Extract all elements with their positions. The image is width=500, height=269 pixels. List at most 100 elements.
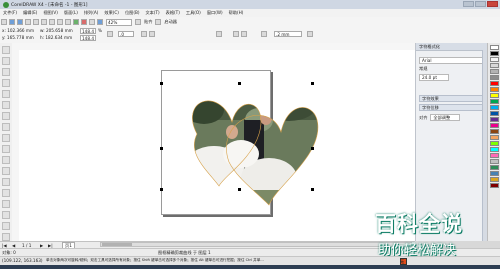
freehand-tool-icon[interactable]	[2, 90, 10, 98]
selection-handle[interactable]	[311, 188, 314, 191]
to-back-icon[interactable]	[241, 31, 247, 37]
maximize-button[interactable]	[475, 1, 486, 7]
color-swatch[interactable]	[489, 87, 499, 92]
selection-handle[interactable]	[311, 82, 314, 85]
rotation-angle-field[interactable]: .0	[118, 31, 134, 37]
y-position-field[interactable]: y: 165.778 mm	[2, 35, 34, 40]
options-icon[interactable]	[155, 19, 162, 25]
scale-height-field[interactable]: 148.4	[80, 35, 96, 41]
menu-item[interactable]: 窗口(W)	[204, 10, 226, 16]
menu-item[interactable]: 效果(C)	[101, 10, 122, 16]
close-button[interactable]	[487, 1, 498, 7]
height-field[interactable]: h: 182.634 mm	[40, 35, 72, 40]
outline-tool-icon[interactable]	[2, 222, 10, 230]
redo-icon[interactable]	[65, 19, 71, 25]
scroll-thumb[interactable]	[102, 243, 132, 246]
selection-handle[interactable]	[160, 188, 163, 191]
shape-tool-icon[interactable]	[2, 57, 10, 65]
zoom-level-dropdown[interactable]: 42%	[106, 18, 132, 26]
open-file-icon[interactable]	[9, 19, 15, 25]
basic-shapes-tool-icon[interactable]	[2, 145, 10, 153]
text-tool-icon[interactable]	[2, 156, 10, 164]
undo-icon[interactable]	[57, 19, 63, 25]
zoom-tool-icon[interactable]	[2, 79, 10, 87]
connector-tool-icon[interactable]	[2, 189, 10, 197]
selection-handle[interactable]	[238, 188, 241, 191]
color-swatch[interactable]	[489, 45, 499, 50]
lock-ratio-icon[interactable]	[107, 31, 113, 37]
smart-fill-tool-icon[interactable]	[2, 101, 10, 109]
welcome-screen-icon[interactable]	[97, 19, 103, 25]
dimension-tool-icon[interactable]	[2, 178, 10, 186]
font-family-dropdown[interactable]: Arial	[419, 57, 485, 64]
menu-item[interactable]: 文件(F)	[0, 10, 20, 16]
cut-icon[interactable]	[33, 19, 39, 25]
color-swatch[interactable]	[489, 159, 499, 164]
paste-icon[interactable]	[49, 19, 55, 25]
convert-to-curves-icon[interactable]	[307, 31, 313, 37]
menu-item[interactable]: 位图(B)	[122, 10, 143, 16]
interactive-blend-tool-icon[interactable]	[2, 200, 10, 208]
rectangle-tool-icon[interactable]	[2, 112, 10, 120]
save-icon[interactable]	[17, 19, 23, 25]
x-position-field[interactable]: x: 102.366 mm	[2, 28, 34, 33]
menu-item[interactable]: 排列(A)	[81, 10, 102, 16]
color-swatch[interactable]	[489, 111, 499, 116]
scale-width-field[interactable]: 148.4	[80, 28, 96, 34]
outline-pen-icon[interactable]	[261, 31, 267, 37]
color-swatch[interactable]	[489, 93, 499, 98]
menu-item[interactable]: 文本(T)	[142, 10, 162, 16]
outline-width-dropdown[interactable]: .2 mm	[274, 31, 302, 37]
color-swatch[interactable]	[489, 117, 499, 122]
crop-tool-icon[interactable]	[2, 68, 10, 76]
color-swatch[interactable]	[489, 69, 499, 74]
drawing-canvas[interactable]	[19, 50, 415, 241]
color-swatch[interactable]	[489, 183, 499, 188]
color-swatch[interactable]	[489, 105, 499, 110]
color-swatch[interactable]	[489, 75, 499, 80]
fill-tool-icon[interactable]	[2, 233, 10, 241]
export-icon[interactable]	[81, 19, 87, 25]
menu-item[interactable]: 视图(V)	[40, 10, 61, 16]
color-swatch[interactable]	[489, 147, 499, 152]
table-tool-icon[interactable]	[2, 167, 10, 175]
color-swatch[interactable]	[489, 63, 499, 68]
snap-to-button[interactable]: 贴齐	[144, 19, 152, 25]
to-front-icon[interactable]	[233, 31, 239, 37]
full-screen-icon[interactable]	[135, 19, 141, 25]
mirror-horizontal-icon[interactable]	[141, 31, 147, 37]
ellipse-tool-icon[interactable]	[2, 123, 10, 131]
wrap-text-icon[interactable]	[216, 31, 222, 37]
menu-item[interactable]: 版面(L)	[61, 10, 81, 16]
character-effects-section[interactable]: 字符效果	[419, 95, 485, 102]
align-dropdown[interactable]: 全部调整	[430, 114, 461, 121]
menu-item[interactable]: 工具(O)	[183, 10, 204, 16]
copy-icon[interactable]	[41, 19, 47, 25]
font-size-field[interactable]: 24.0 pt	[419, 74, 449, 81]
color-swatch[interactable]	[489, 99, 499, 104]
character-shift-section[interactable]: 字符位移	[419, 104, 485, 111]
application-launcher-icon[interactable]	[89, 19, 95, 25]
menu-item[interactable]: 帮助(H)	[226, 10, 247, 16]
new-file-icon[interactable]	[1, 19, 7, 25]
color-swatch[interactable]	[489, 165, 499, 170]
color-swatch[interactable]	[489, 153, 499, 158]
color-swatch[interactable]	[489, 135, 499, 140]
powerclip-hearts[interactable]	[19, 50, 415, 241]
print-icon[interactable]	[25, 19, 31, 25]
selection-handle[interactable]	[311, 147, 314, 150]
color-swatch[interactable]	[489, 129, 499, 134]
horizontal-scrollbar[interactable]	[100, 242, 412, 247]
import-icon[interactable]	[73, 19, 79, 25]
launcher-button[interactable]: 启动器	[164, 19, 177, 25]
color-swatch[interactable]	[489, 177, 499, 182]
color-swatch[interactable]	[489, 123, 499, 128]
polygon-tool-icon[interactable]	[2, 134, 10, 142]
color-swatch[interactable]	[489, 141, 499, 146]
selection-handle[interactable]	[238, 82, 241, 85]
color-swatch[interactable]	[489, 81, 499, 86]
width-field[interactable]: w: 205.658 mm	[40, 28, 73, 33]
selection-handle[interactable]	[160, 82, 163, 85]
pick-tool-icon[interactable]	[2, 46, 10, 54]
color-swatch[interactable]	[489, 171, 499, 176]
